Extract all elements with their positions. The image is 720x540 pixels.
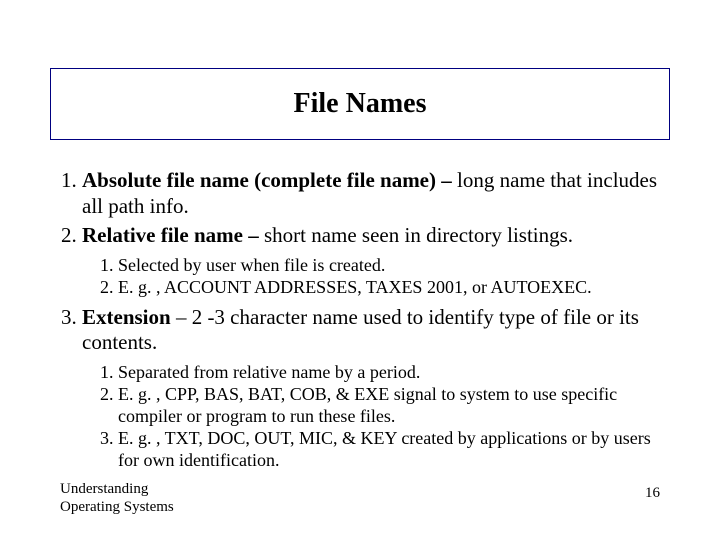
term: Relative file name – (82, 223, 264, 247)
page-number: 16 (645, 485, 660, 502)
inner-list: Separated from relative name by a period… (82, 362, 670, 472)
footer-line2: Operating Systems (60, 499, 174, 515)
slide: File Names Absolute file name (complete … (0, 0, 720, 540)
footer-line1: Understanding (60, 481, 148, 497)
list-item: Selected by user when file is created. (118, 255, 670, 277)
list-item: Relative file name – short name seen in … (82, 223, 670, 299)
desc: short name seen in directory listings. (264, 223, 573, 247)
title-box: File Names (50, 68, 670, 140)
list-item: E. g. , ACCOUNT ADDRESSES, TAXES 2001, o… (118, 277, 670, 299)
term: Absolute file name (complete file name) … (82, 168, 457, 192)
footer-left: Understanding Operating Systems (60, 480, 174, 516)
list-item: Extension – 2 -3 character name used to … (82, 305, 670, 472)
slide-body: Absolute file name (complete file name) … (50, 168, 670, 478)
list-item: E. g. , TXT, DOC, OUT, MIC, & KEY create… (118, 428, 670, 472)
list-item: Absolute file name (complete file name) … (82, 168, 670, 219)
list-item: E. g. , CPP, BAS, BAT, COB, & EXE signal… (118, 384, 670, 428)
term: Extension (82, 305, 171, 329)
list-item: Separated from relative name by a period… (118, 362, 670, 384)
inner-list: Selected by user when file is created. E… (82, 255, 670, 299)
slide-title: File Names (294, 88, 427, 120)
outer-list: Absolute file name (complete file name) … (50, 168, 670, 472)
